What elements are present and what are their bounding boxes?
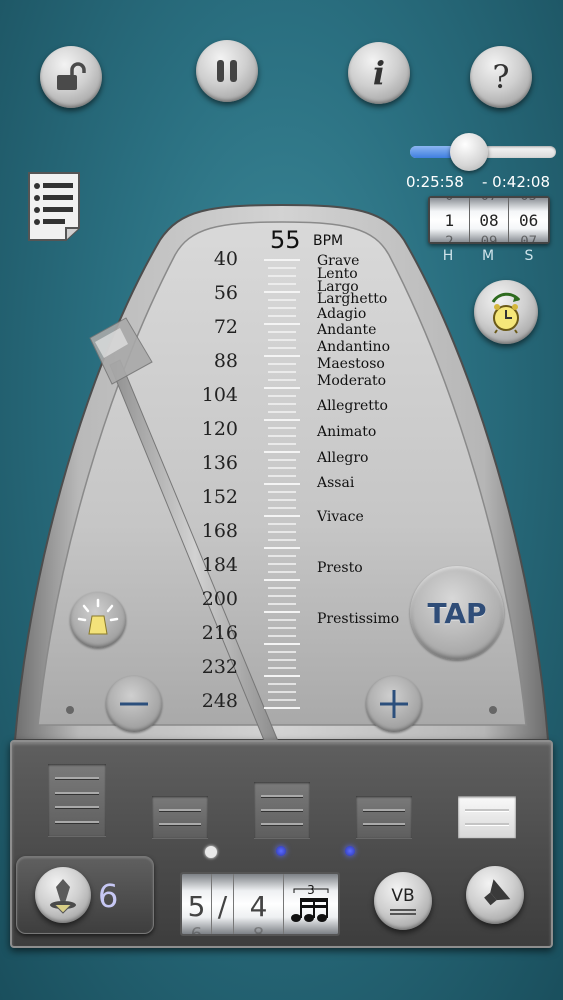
accent-line [54, 777, 100, 780]
scale-number: 88 [213, 350, 238, 372]
accent-line [54, 806, 100, 809]
tempo-name: Andantino [317, 339, 391, 355]
accent-line [54, 820, 100, 823]
meter-denominator-drum[interactable]: 2 4 8 [234, 874, 284, 934]
accent-line [464, 809, 510, 811]
tempo-name: Moderato [317, 373, 387, 389]
subdivision-drum[interactable]: 3 [284, 874, 338, 934]
meter-denominator-above: 2 [234, 874, 283, 877]
beat-accent-pad[interactable] [48, 764, 106, 836]
accent-line [464, 823, 510, 825]
beat-indicator-dot [205, 846, 217, 858]
scale-number: 56 [213, 282, 238, 304]
beat-accent-pad[interactable] [152, 796, 208, 838]
tempo-scale [264, 259, 300, 709]
visual-flash-button[interactable] [70, 592, 126, 648]
bpm-value: 55 [270, 226, 301, 254]
meter-numerator-above: 4 [182, 874, 211, 877]
accent-line [362, 823, 406, 825]
scale-number: 72 [213, 316, 238, 338]
vb-label: VB [391, 885, 415, 906]
tempo-name: Andante [317, 322, 377, 338]
accent-line [54, 791, 100, 794]
increase-tempo-button[interactable] [366, 676, 422, 732]
scale-number: 216 [201, 622, 238, 644]
scale-number: 248 [201, 690, 238, 712]
scale-number: 200 [201, 588, 238, 610]
minus-icon [120, 702, 148, 706]
scale-number: 104 [201, 384, 238, 406]
tap-label: TAP [427, 596, 487, 630]
meter-denominator: 4 [249, 890, 268, 923]
accent-line [260, 809, 304, 811]
scale-number: 136 [201, 452, 238, 474]
time-signature-selector[interactable]: 4 5 6 / 2 4 8 3 [180, 872, 340, 936]
beat-accent-pad[interactable] [356, 796, 412, 838]
speaker-icon [484, 879, 511, 906]
accent-line [158, 809, 202, 811]
speaker-button[interactable] [466, 866, 524, 924]
tempo-name: Maestoso [317, 356, 385, 372]
tempo-name: Vivace [317, 509, 364, 525]
accent-line [260, 795, 304, 797]
tempo-name: Allegretto [317, 398, 388, 414]
beat-indicator-dot [345, 846, 355, 856]
tempo-name: Presto [317, 560, 363, 576]
tap-tempo-button[interactable]: TAP [410, 566, 504, 660]
decrease-tempo-button[interactable] [106, 676, 162, 732]
sound-button[interactable] [35, 867, 91, 923]
scale-number: 152 [201, 486, 238, 508]
accent-line [158, 823, 202, 825]
sound-selector[interactable] [16, 856, 154, 934]
scale-number: 232 [201, 656, 238, 678]
triplet-label: 3 [307, 883, 315, 897]
sound-count: 6 [98, 877, 119, 915]
scale-number: 40 [213, 248, 238, 270]
meter-numerator: 5 [187, 890, 206, 923]
beat-accent-pad[interactable] [458, 796, 516, 838]
beat-accent-pad[interactable] [254, 782, 310, 838]
meter-separator-drum: / [212, 874, 234, 934]
meter-denominator-below: 8 [234, 924, 283, 934]
meter-numerator-drum[interactable]: 4 5 6 [182, 874, 212, 934]
sound-bell-icon [50, 879, 76, 914]
scale-number: 120 [201, 418, 238, 440]
vibration-icon: VB [390, 885, 416, 915]
triplet-notes-icon: 3 [291, 883, 329, 922]
tempo-name: Allegro [317, 450, 369, 466]
scale-number: 168 [201, 520, 238, 542]
plus-icon [380, 690, 408, 718]
meter-numerator-below: 6 [182, 924, 211, 934]
tempo-name: Prestissimo [317, 611, 400, 627]
flash-light-icon [77, 598, 119, 635]
tempo-name: Adagio [317, 306, 367, 322]
meter-separator: / [217, 890, 228, 923]
vibration-button[interactable]: VB [374, 872, 432, 930]
accent-line [260, 823, 304, 825]
tempo-name: Animato [317, 424, 377, 440]
scale-number: 184 [201, 554, 238, 576]
accent-line [362, 809, 406, 811]
tempo-name: Larghetto [317, 291, 388, 307]
tempo-name: Assai [317, 475, 355, 491]
beat-indicator-dot [276, 846, 286, 856]
bpm-unit: BPM [313, 233, 344, 249]
